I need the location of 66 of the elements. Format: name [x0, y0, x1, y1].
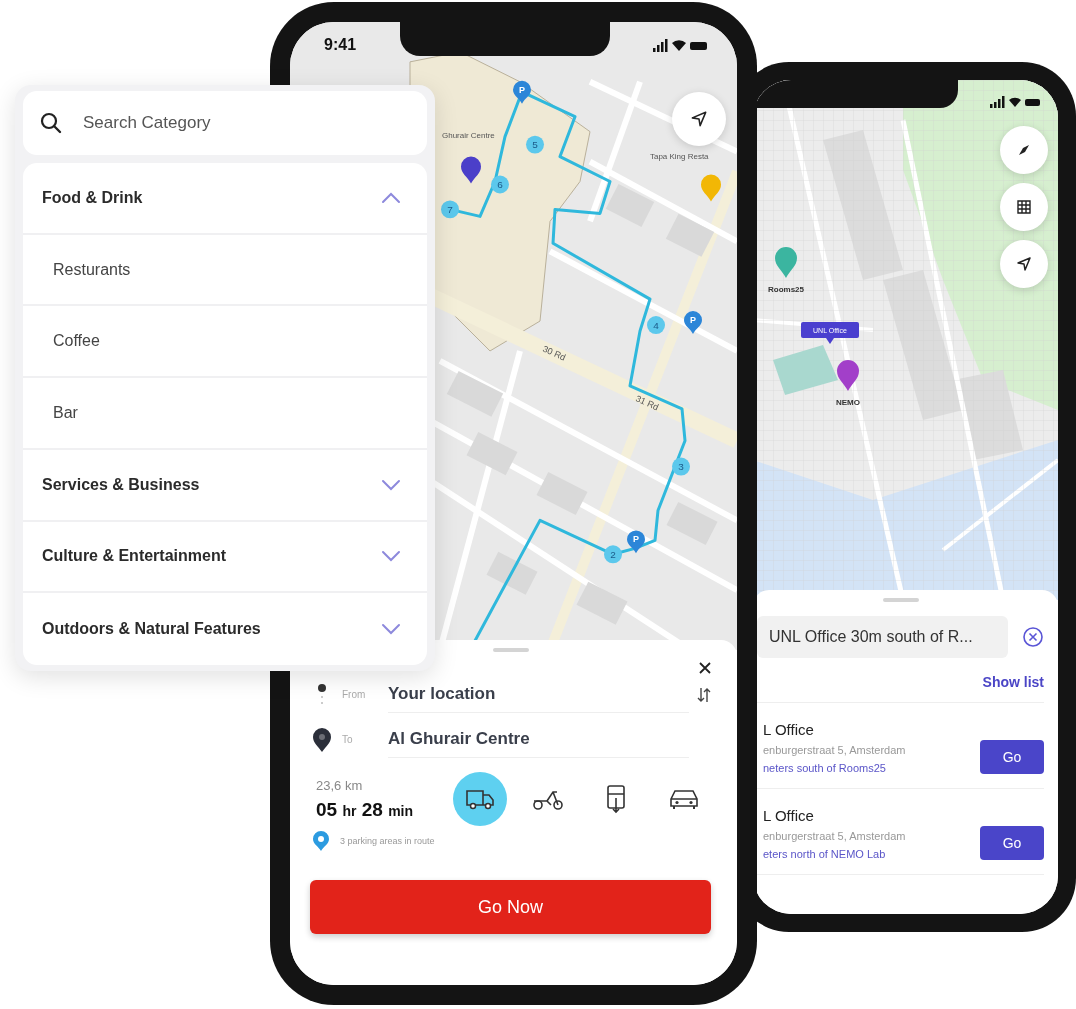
map-label: 31 Rd — [634, 393, 661, 413]
destination-pin-icon — [310, 726, 334, 753]
chevron-down-icon[interactable] — [381, 550, 401, 563]
status-icons — [653, 38, 707, 52]
chevron-down-icon[interactable] — [381, 478, 401, 491]
parking-pin-icon — [312, 830, 330, 852]
location-arrow-icon — [1015, 255, 1033, 273]
subcategory-item[interactable]: Coffee — [23, 306, 427, 379]
map-label: NEMO — [836, 398, 860, 407]
place-address: enburgerstraat 5, Amsterdam — [763, 830, 906, 842]
car-icon — [668, 787, 700, 811]
go-button[interactable]: Go — [980, 740, 1044, 774]
map-label: 30 Rd — [541, 343, 568, 363]
trip-distance: 23,6 km — [316, 777, 364, 793]
route-stop-marker[interactable]: 6 — [491, 175, 509, 194]
category-label: Services & Business — [42, 475, 200, 494]
search-field[interactable]: Search Category — [23, 91, 427, 155]
search-icon — [39, 111, 63, 135]
route-stop-marker[interactable]: 3 — [672, 457, 690, 476]
grid-icon — [1016, 199, 1032, 215]
category-header[interactable]: Culture & Entertainment — [23, 521, 427, 594]
parking-marker[interactable]: P — [627, 530, 645, 554]
truck-mode-button[interactable] — [453, 772, 507, 826]
route-stop-marker[interactable]: 7 — [441, 200, 459, 219]
go-button[interactable]: Go — [980, 826, 1044, 860]
close-icon[interactable] — [699, 662, 711, 674]
category-header[interactable]: Food & Drink — [23, 163, 427, 235]
route-stop-marker[interactable]: 2 — [604, 545, 622, 564]
category-header[interactable]: Outdoors & Natural Features — [23, 593, 427, 665]
status-time: 9:41 — [324, 36, 357, 54]
search-field[interactable]: UNL Office 30m south of R... — [757, 616, 1008, 658]
map-pin-icon — [701, 174, 721, 202]
category-label: Culture & Entertainment — [42, 547, 226, 566]
place-title: L Office — [763, 807, 815, 824]
to-field[interactable]: Al Ghurair Centre — [388, 721, 689, 758]
clear-icon[interactable] — [1022, 626, 1044, 648]
location-arrow-icon — [689, 109, 709, 129]
map-pin-icon — [461, 156, 481, 184]
from-label: From — [342, 689, 367, 700]
show-list-link[interactable]: Show list — [982, 674, 1044, 690]
map-label: Rooms25 — [768, 285, 804, 294]
status-icons — [990, 96, 1040, 108]
go-now-button[interactable]: Go Now — [310, 880, 711, 934]
subcategory-item[interactable]: Bar — [23, 378, 427, 450]
swap-icon[interactable] — [697, 685, 711, 704]
place-distance: neters south of Rooms25 — [763, 762, 887, 774]
chevron-up-icon[interactable] — [381, 191, 401, 204]
route-stop-marker[interactable]: 4 — [647, 316, 665, 334]
category-header[interactable]: Services & Business — [23, 449, 427, 522]
truck-icon — [465, 787, 495, 811]
tram-icon — [605, 784, 627, 814]
trip-duration: 05 hr 28 min — [316, 798, 413, 821]
category-label: Outdoors & Natural Features — [42, 620, 261, 639]
parking-note: 3 parking areas in route — [340, 836, 435, 846]
parking-marker[interactable]: P — [684, 311, 702, 334]
map-pin-icon[interactable] — [837, 360, 859, 391]
category-label: Food & Drink — [42, 188, 143, 207]
parking-marker[interactable]: P — [513, 80, 531, 104]
route-stop-marker[interactable]: 5 — [526, 135, 544, 154]
from-field[interactable]: Your location — [388, 676, 689, 713]
place-address: enburgerstraat 5, Amsterdam — [763, 744, 906, 756]
place-distance: eters north of NEMO Lab — [763, 848, 887, 860]
subcategory-item[interactable]: Resturants — [23, 234, 427, 307]
place-title: L Office — [763, 721, 815, 738]
to-label: To — [342, 734, 354, 745]
chevron-down-icon[interactable] — [381, 623, 401, 636]
